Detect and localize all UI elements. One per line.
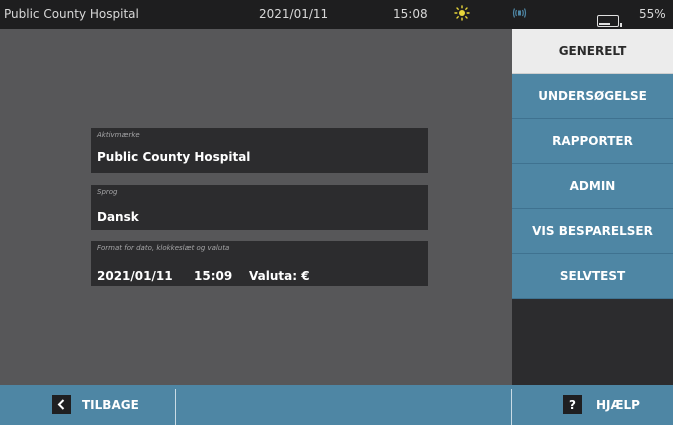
settings-menu: GENERELT UNDERSØGELSE RAPPORTER ADMIN VI… <box>512 29 673 385</box>
chevron-left-icon <box>52 395 71 414</box>
status-date: 2021/01/11 <box>259 7 329 21</box>
tab-admin[interactable]: ADMIN <box>512 164 673 209</box>
language-field[interactable]: Sprog Dansk <box>91 185 428 230</box>
help-icon: ? <box>563 395 582 414</box>
facility-name: Public County Hospital <box>4 7 139 21</box>
bottom-bar: TILBAGE ? HJÆLP <box>0 385 673 425</box>
format-time: 15:09 <box>194 269 233 283</box>
divider <box>511 389 512 425</box>
help-button[interactable]: ? HJÆLP <box>563 395 640 414</box>
status-bar: Public County Hospital 2021/01/11 15:08 … <box>0 0 673 29</box>
tab-selvtest[interactable]: SELVTEST <box>512 254 673 299</box>
help-label: HJÆLP <box>596 397 640 412</box>
tab-vis-besparelser[interactable]: VIS BESPARELSER <box>512 209 673 254</box>
divider <box>175 389 176 425</box>
battery-percent: 55% <box>639 7 666 21</box>
active-tag-field[interactable]: Aktivmærke Public County Hospital <box>91 128 428 173</box>
back-label: TILBAGE <box>82 397 139 412</box>
status-time: 15:08 <box>393 7 428 21</box>
format-date: 2021/01/11 <box>97 269 173 283</box>
field-label: Format for dato, klokkeslæt og valuta <box>97 244 230 252</box>
field-value: Dansk <box>97 210 139 224</box>
settings-panel: Aktivmærke Public County Hospital Sprog … <box>0 29 512 385</box>
field-label: Sprog <box>97 188 118 196</box>
tab-undersogelse[interactable]: UNDERSØGELSE <box>512 74 673 119</box>
brightness-icon[interactable] <box>454 5 470 24</box>
field-value: Public County Hospital <box>97 150 251 164</box>
tab-rapporter[interactable]: RAPPORTER <box>512 119 673 164</box>
format-currency: Valuta: € <box>249 269 310 283</box>
volume-icon[interactable] <box>512 5 528 24</box>
tab-generelt[interactable]: GENERELT <box>512 29 673 74</box>
format-field[interactable]: Format for dato, klokkeslæt og valuta 20… <box>91 241 428 286</box>
back-button[interactable]: TILBAGE <box>52 395 139 414</box>
field-label: Aktivmærke <box>97 131 140 139</box>
